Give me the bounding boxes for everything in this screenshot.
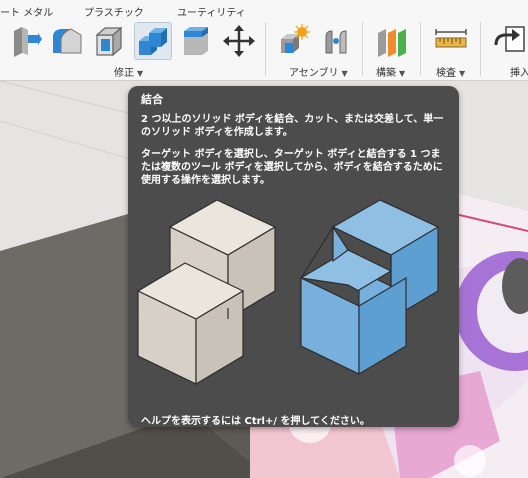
modify-menu[interactable]: 修正 ▼ xyxy=(114,64,143,79)
joint-icon xyxy=(325,30,347,54)
insert-icon xyxy=(494,26,525,52)
measure-button[interactable] xyxy=(433,23,469,59)
new-component-icon xyxy=(281,24,310,53)
assembly-menu-label: アセンブリ xyxy=(289,68,339,79)
combined-body-illustration xyxy=(299,199,440,376)
combine-button[interactable] xyxy=(134,22,172,60)
move-copy-icon xyxy=(223,25,255,57)
replace-face-icon xyxy=(184,27,208,55)
move-copy-button[interactable] xyxy=(221,23,257,59)
toolbar-separator xyxy=(480,22,481,76)
construct-menu[interactable]: 構築 ▼ xyxy=(376,64,405,79)
combine-icon xyxy=(139,28,167,55)
tab-utilities[interactable]: ユーティリティ xyxy=(177,4,246,19)
tab-plastic[interactable]: プラスチック xyxy=(84,4,144,19)
combine-tooltip: 結合 2 つ以上のソリッド ボディを結合、カット、または交差して、単一のソリッド… xyxy=(128,86,459,427)
separate-bodies-illustration xyxy=(136,199,277,386)
insert-menu[interactable]: 挿入 xyxy=(510,64,528,79)
chevron-down-icon: ▼ xyxy=(137,69,144,78)
toolbar: ート メタル プラスチック ユーティリティ アセンブリ ▼ 構築 ▼ 検査 ▼ … xyxy=(0,0,528,81)
chevron-down-icon: ▼ xyxy=(341,69,348,78)
combine-illustration xyxy=(136,199,440,386)
construct-menu-label: 構築 xyxy=(376,68,396,79)
tab-sheet-metal[interactable]: ート メタル xyxy=(0,4,53,19)
offset-plane-icon xyxy=(378,29,406,57)
tooltip-instruction: ターゲット ボディを選択し、ターゲット ボディと結合する 1 つまたは複数のツー… xyxy=(141,149,443,186)
measure-icon xyxy=(435,29,467,48)
press-pull-icon xyxy=(14,27,42,57)
toolbar-separator xyxy=(420,22,421,76)
toolbar-separator xyxy=(362,22,363,76)
modify-menu-label: 修正 xyxy=(114,68,134,79)
shell-icon xyxy=(95,26,123,57)
replace-face-button[interactable] xyxy=(178,23,214,59)
tooltip-help-hint: ヘルプを表示するには Ctrl+/ を押してください。 xyxy=(141,416,370,427)
joint-button[interactable] xyxy=(318,23,354,59)
chevron-down-icon: ▼ xyxy=(399,69,406,78)
shell-button[interactable] xyxy=(91,23,127,59)
tooltip-title: 結合 xyxy=(141,93,163,106)
toolbar-separator xyxy=(265,22,266,76)
insert-button[interactable] xyxy=(492,23,528,59)
inspect-menu[interactable]: 検査 ▼ xyxy=(436,64,465,79)
tooltip-description: 2 つ以上のソリッド ボディを結合、カット、または交差して、単一のソリッド ボデ… xyxy=(141,114,444,138)
press-pull-button[interactable] xyxy=(8,23,44,59)
assembly-menu[interactable]: アセンブリ ▼ xyxy=(289,64,348,79)
inspect-menu-label: 検査 xyxy=(436,68,456,79)
offset-plane-button[interactable] xyxy=(372,23,408,59)
app-window: ート メタル プラスチック ユーティリティ アセンブリ ▼ 構築 ▼ 検査 ▼ … xyxy=(0,0,528,478)
insert-menu-label: 挿入 xyxy=(510,68,528,79)
fillet-icon xyxy=(53,28,82,54)
new-component-button[interactable] xyxy=(275,23,311,59)
chevron-down-icon: ▼ xyxy=(459,69,466,78)
fillet-button[interactable] xyxy=(49,23,85,59)
